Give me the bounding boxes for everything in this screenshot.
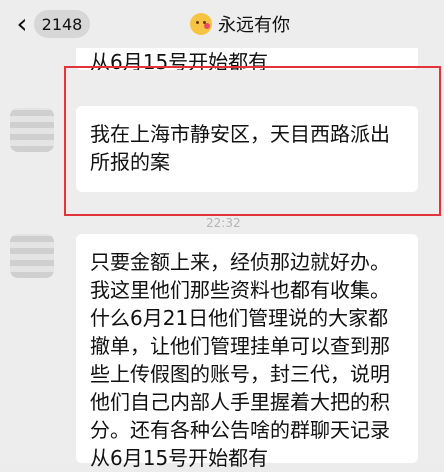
avatar[interactable] bbox=[10, 108, 54, 152]
unread-count: 2148 bbox=[41, 14, 83, 34]
message-bubble-partial[interactable]: 从6月15号开始都有 bbox=[76, 48, 418, 70]
avatar[interactable] bbox=[10, 234, 54, 278]
chat-header: ‹ 2148 永远有你 bbox=[0, 0, 444, 48]
message-text-partial: 从6月15号开始都有 bbox=[90, 50, 269, 70]
message-line: 撤单，让他们管理挂单可以查到那 bbox=[90, 334, 390, 358]
back-chevron-icon[interactable]: ‹ bbox=[10, 10, 34, 38]
timestamp: 22:32 bbox=[206, 216, 241, 230]
message-line: 从6月15号开始都有 bbox=[90, 446, 269, 470]
message-bubble-highlighted[interactable]: 我在上海市静安区，天目西路派出 所报的案 bbox=[76, 106, 418, 192]
chat-area[interactable]: 从6月15号开始都有 我在上海市静安区，天目西路派出 所报的案 22:32 只要… bbox=[0, 48, 444, 470]
chat-title: 永远有你 bbox=[190, 10, 290, 38]
message-line: 我这里他们那些资料也都有收集。 bbox=[90, 278, 390, 302]
message-line: 只要金额上来，经侦那边就好办。 bbox=[90, 250, 390, 274]
message-line: 所报的案 bbox=[90, 150, 170, 174]
message-line: 我在上海市静安区，天目西路派出 bbox=[90, 122, 390, 146]
message-line: 分。还有各种公告啥的群聊天记录 bbox=[90, 418, 390, 442]
emoji-icon bbox=[190, 13, 212, 35]
message-line: 什么6月21日他们管理说的大家都 bbox=[90, 306, 389, 330]
message-line: 些上传假图的账号，封三代，说明 bbox=[90, 362, 390, 386]
chat-title-text: 永远有你 bbox=[218, 15, 290, 36]
unread-count-pill[interactable]: 2148 bbox=[34, 10, 90, 38]
message-line: 他们自己内部人手里握着大把的积 bbox=[90, 390, 390, 414]
message-bubble[interactable]: 只要金额上来，经侦那边就好办。 我这里他们那些资料也都有收集。 什么6月21日他… bbox=[76, 234, 418, 470]
